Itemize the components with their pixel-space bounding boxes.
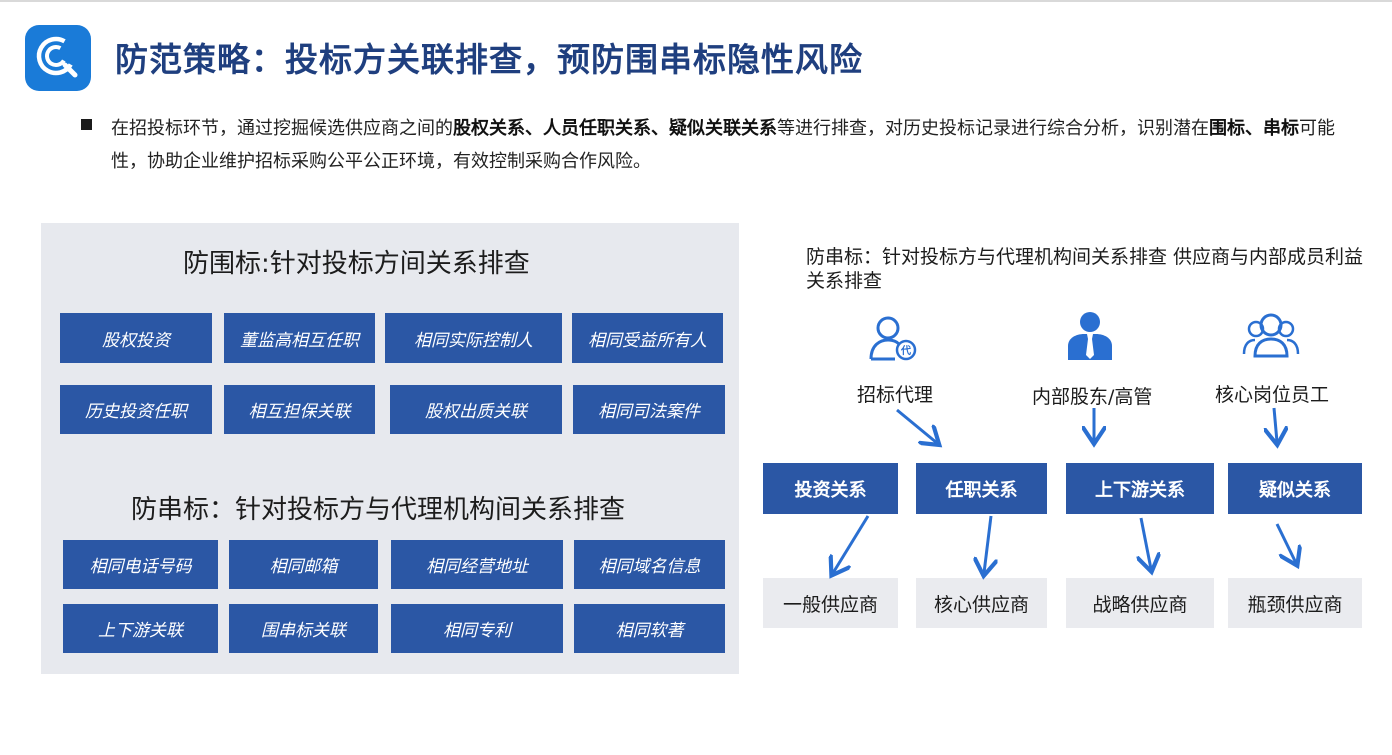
- chuanbiao-item: 相同经营地址: [391, 540, 563, 589]
- chuanbiao-item: 上下游关联: [63, 604, 218, 653]
- intro-bold-relations: 股权关系、人员任职关系、疑似关联关系: [453, 118, 777, 139]
- supplier-box-core: 核心供应商: [916, 578, 1047, 628]
- chuanbiao-item: 相同邮箱: [229, 540, 378, 589]
- chuanbiao-item: 围串标关联: [229, 604, 378, 653]
- weibiao-item: 相同司法案件: [573, 385, 725, 434]
- chuanbiao-item: 相同专利: [391, 604, 563, 653]
- relation-box-employment: 任职关系: [916, 463, 1047, 514]
- relation-box-investment: 投资关系: [763, 463, 898, 514]
- weibiao-title: 防围标:针对投标方间关系排查: [183, 249, 530, 279]
- executive-person-icon: [1068, 312, 1112, 360]
- page-title: 防范策略：投标方关联排查，预防围串标隐性风险: [115, 40, 863, 79]
- chuanbiao-item: 相同软著: [574, 604, 725, 653]
- intro-paragraph: 在招投标环节，通过挖掘候选供应商之间的股权关系、人员任职关系、疑似关联关系等进行…: [111, 112, 1351, 178]
- weibiao-item: 股权投资: [60, 313, 212, 363]
- search-logo-icon: [36, 36, 78, 78]
- role-label-employee: 核心岗位员工: [1215, 384, 1330, 406]
- intro-bold-chuanbiao: 串标: [1263, 118, 1299, 139]
- arrow-employee-to-suspected: [1274, 407, 1277, 442]
- supplier-box-general: 一般供应商: [763, 578, 898, 628]
- arrow-agent-to-employment: [896, 408, 937, 443]
- chuanbiao-item: 相同电话号码: [63, 540, 218, 589]
- chuanbiao-title: 防串标：针对投标方与代理机构间关系排查: [131, 495, 626, 525]
- supplier-box-strategic: 战略供应商: [1066, 578, 1214, 628]
- agent-person-icon: 代: [869, 316, 917, 361]
- relation-box-suspected: 疑似关系: [1228, 463, 1362, 514]
- supplier-box-bottleneck: 瓶颈供应商: [1228, 578, 1362, 628]
- arrow-investment-to-general: [833, 515, 870, 573]
- weibiao-item: 董监高相互任职: [224, 313, 375, 363]
- svg-text:代: 代: [900, 344, 911, 357]
- weibiao-item: 相互担保关联: [224, 385, 375, 434]
- arrow-supply-to-strategic: [1141, 517, 1151, 569]
- role-label-executive: 内部股东/高管: [1032, 386, 1153, 408]
- right-heading: 防串标：针对投标方与代理机构间关系排查 供应商与内部成员利益关系排查: [806, 246, 1364, 292]
- app-logo: [25, 25, 91, 91]
- bullet-square: [81, 119, 92, 130]
- weibiao-item: 历史投资任职: [60, 385, 212, 434]
- weibiao-item: 相同受益所有人: [572, 313, 723, 363]
- weibiao-item: 股权出质关联: [390, 385, 562, 434]
- employee-group-icon: [1242, 313, 1300, 358]
- intro-bold-weibiao: 围标: [1209, 118, 1245, 139]
- weibiao-item: 相同实际控制人: [385, 313, 562, 363]
- arrow-employment-to-core: [984, 515, 991, 573]
- role-label-agent: 招标代理: [857, 384, 934, 406]
- intro-bold-sep: 、: [1245, 118, 1263, 139]
- relation-box-supply-chain: 上下游关系: [1066, 463, 1214, 514]
- intro-text: 在招投标环节，通过挖掘候选供应商之间的: [111, 118, 453, 139]
- intro-text: 等进行排查，对历史投标记录进行综合分析，识别潜在: [777, 118, 1209, 139]
- arrow-suspected-to-bottleneck: [1275, 523, 1296, 563]
- top-divider: [0, 0, 1392, 2]
- chuanbiao-item: 相同域名信息: [574, 540, 725, 589]
